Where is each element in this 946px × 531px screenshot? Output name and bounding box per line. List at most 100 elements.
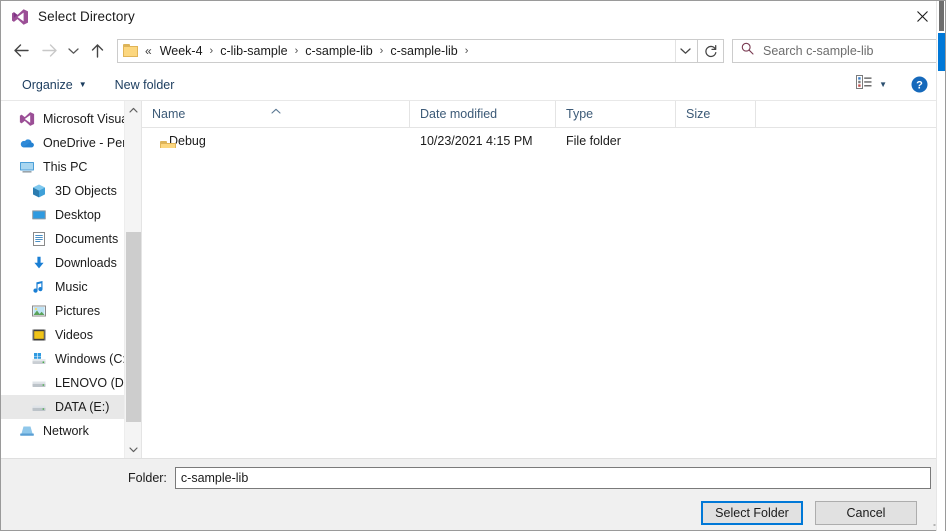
file-rows: Debug 10/23/2021 4:15 PM File folder [142, 128, 945, 458]
breadcrumb-separator[interactable]: › [207, 43, 217, 59]
sidebar-item-label: Windows (C:) [55, 352, 131, 366]
title-bar: Select Directory [1, 1, 945, 32]
dialog-footer: Folder: Select Folder Cancel [1, 458, 945, 530]
back-button[interactable] [7, 37, 35, 65]
view-options-button[interactable]: ▼ [850, 71, 893, 98]
scroll-up-arrow-icon[interactable] [125, 101, 141, 118]
sidebar-item-music[interactable]: Music [1, 275, 141, 299]
sidebar-item-this-pc[interactable]: This PC [1, 155, 141, 179]
breadcrumb-separator[interactable]: › [377, 43, 387, 59]
select-folder-button[interactable]: Select Folder [701, 501, 803, 525]
3d-objects-icon [31, 183, 47, 199]
chevron-down-icon: ▼ [78, 80, 87, 89]
drive-icon [31, 399, 47, 415]
column-header-size[interactable]: Size [676, 101, 756, 127]
column-header-date-modified[interactable]: Date modified [410, 101, 556, 127]
sidebar-scrollbar-thumb[interactable] [126, 232, 141, 422]
search-input[interactable]: Search c-sample-lib [732, 38, 937, 63]
sidebar-item-data-e[interactable]: DATA (E:) [1, 395, 141, 419]
up-button[interactable] [83, 37, 111, 65]
refresh-button[interactable] [698, 38, 724, 63]
this-pc-icon [19, 159, 35, 175]
sidebar-item-network[interactable]: Network [1, 419, 141, 443]
column-header-filler [756, 101, 945, 127]
sidebar-item-label: DATA (E:) [55, 400, 110, 414]
view-options-icon [856, 75, 872, 94]
breadcrumb-separator[interactable]: › [462, 43, 472, 59]
sidebar-item-label: Documents [55, 232, 119, 246]
window-title: Select Directory [38, 9, 135, 24]
column-header-label: Date modified [420, 107, 498, 121]
sidebar-item-label: Network [43, 424, 89, 438]
sidebar-item-documents[interactable]: Documents [1, 227, 141, 251]
breadcrumb-separator[interactable]: › [292, 43, 302, 59]
table-row[interactable]: Debug 10/23/2021 4:15 PM File folder [142, 128, 945, 154]
page-scrollbar[interactable] [936, 1, 945, 531]
file-type-cell: File folder [566, 134, 621, 148]
column-headers: Name Date modified Type Size [142, 101, 945, 128]
sidebar-item-onedrive[interactable]: OneDrive - Person [1, 131, 141, 155]
sidebar-item-label: Pictures [55, 304, 101, 318]
sidebar-item-desktop[interactable]: Desktop [1, 203, 141, 227]
page-scrollbar-track-top[interactable] [939, 1, 944, 31]
search-placeholder: Search c-sample-lib [763, 43, 874, 58]
chevron-down-icon[interactable] [675, 39, 695, 62]
address-bar[interactable]: « Week-4 › c-lib-sample › c-sample-lib ›… [117, 38, 698, 63]
sidebar-item-label: LENOVO (D:) [55, 376, 132, 390]
sidebar-scrollbar[interactable] [124, 101, 141, 458]
recent-locations-button[interactable] [63, 37, 83, 65]
visual-studio-icon [11, 8, 29, 26]
folder-input[interactable] [174, 467, 931, 489]
column-header-type[interactable]: Type [556, 101, 676, 127]
column-header-label: Name [152, 107, 186, 121]
file-list-pane: Name Date modified Type Size Debug 10/23… [142, 101, 945, 458]
breadcrumb-item-c-sample-lib-current[interactable]: c-sample-lib [386, 42, 461, 60]
command-bar: Organize ▼ New folder ▼ ? [1, 69, 945, 101]
network-icon [19, 423, 35, 439]
breadcrumb-item-c-sample-lib[interactable]: c-sample-lib [301, 42, 376, 60]
organize-button[interactable]: Organize ▼ [15, 74, 94, 96]
sidebar-item-lenovo-d[interactable]: LENOVO (D:) [1, 371, 141, 395]
sidebar-item-videos[interactable]: Videos [1, 323, 141, 347]
navigation-pane: Microsoft Visual S OneDrive - Person Thi… [1, 101, 141, 458]
help-icon: ? [911, 76, 927, 93]
windows-drive-icon [31, 351, 47, 367]
documents-icon [31, 231, 47, 247]
sidebar-item-label: Desktop [55, 208, 101, 222]
breadcrumb-item-c-lib-sample[interactable]: c-lib-sample [216, 42, 291, 60]
chevron-down-icon: ▼ [879, 80, 887, 89]
page-scrollbar-thumb[interactable] [938, 33, 945, 71]
sort-ascending-icon [270, 103, 281, 117]
desktop-icon [31, 207, 47, 223]
breadcrumb: « Week-4 › c-lib-sample › c-sample-lib ›… [143, 42, 675, 60]
column-header-name[interactable]: Name [142, 101, 410, 127]
help-button[interactable]: ? [905, 73, 933, 97]
new-folder-label: New folder [114, 77, 175, 92]
sidebar-item-label: This PC [43, 160, 88, 174]
drive-icon [31, 375, 47, 391]
svg-text:?: ? [916, 80, 923, 92]
navigation-bar: « Week-4 › c-lib-sample › c-sample-lib ›… [1, 32, 945, 69]
sidebar-item-windows-c[interactable]: Windows (C:) [1, 347, 141, 371]
breadcrumb-overflow[interactable]: « [143, 42, 156, 60]
sidebar-item-microsoft-visual-studio[interactable]: Microsoft Visual S [1, 107, 141, 131]
sidebar-item-label: Videos [55, 328, 93, 342]
scroll-down-arrow-icon[interactable] [125, 441, 141, 458]
folder-label: Folder: [128, 471, 167, 485]
file-name-cell: Debug [142, 134, 410, 148]
navigation-tree: Microsoft Visual S OneDrive - Person Thi… [1, 101, 141, 443]
column-header-label: Size [686, 107, 711, 121]
pictures-icon [31, 303, 47, 319]
folder-icon [123, 43, 139, 58]
dialog-body: Microsoft Visual S OneDrive - Person Thi… [1, 101, 945, 458]
sidebar-item-downloads[interactable]: Downloads [1, 251, 141, 275]
breadcrumb-item-week-4[interactable]: Week-4 [156, 42, 207, 60]
sidebar-item-3d-objects[interactable]: 3D Objects [1, 179, 141, 203]
sidebar-item-pictures[interactable]: Pictures [1, 299, 141, 323]
dialog-buttons: Select Folder Cancel [1, 489, 945, 525]
organize-label: Organize [22, 77, 73, 92]
cancel-button[interactable]: Cancel [815, 501, 917, 525]
new-folder-button[interactable]: New folder [108, 74, 182, 96]
sidebar-item-label: 3D Objects [55, 184, 117, 198]
forward-button[interactable] [35, 37, 63, 65]
